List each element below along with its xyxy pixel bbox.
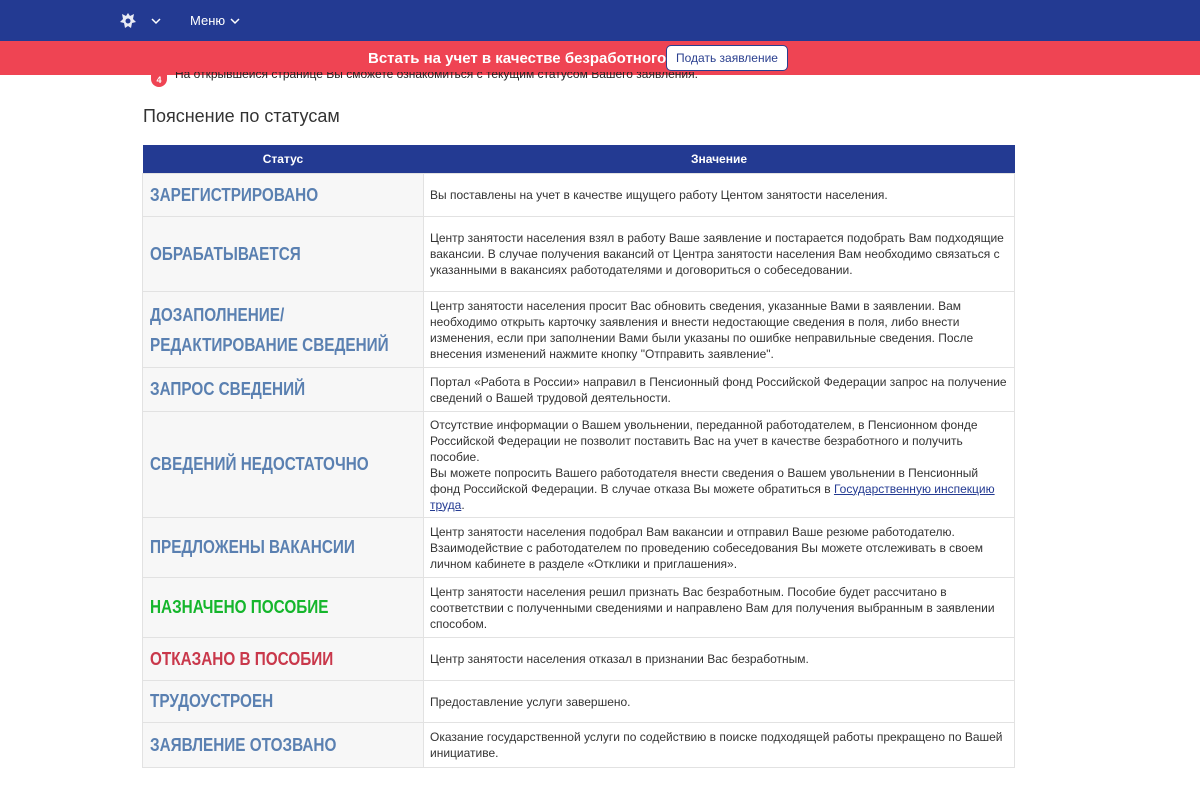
register-banner: Встать на учет в качестве безработного П…: [0, 41, 1200, 75]
step-number-badge: 4: [151, 73, 167, 87]
status-label: Дозаполнение/редактирование сведений: [150, 304, 389, 355]
description-paragraph: Отсутствие информации о Вашем увольнении…: [430, 417, 978, 464]
status-label: Запрос сведений: [150, 379, 306, 399]
description-paragraph: Вы можете попросить Вашего работодателя …: [430, 465, 1008, 513]
section-title: Пояснение по статусам: [143, 106, 340, 126]
description-cell: Центр занятости населения отказал в приз…: [423, 637, 1015, 681]
status-label: Предложены вакансии: [150, 537, 355, 557]
description-cell: Центр занятости населения просит Вас обн…: [423, 291, 1015, 368]
step-text: На открывшейся странице Вы сможете ознак…: [175, 72, 698, 86]
column-header-value: Значение: [423, 145, 1015, 174]
status-label: Заявление отозвано: [150, 734, 337, 755]
status-label: Отказано в пособии: [150, 648, 334, 669]
description-text-end: .: [461, 497, 465, 512]
table-row: Сведений недостаточно Отсутствие информа…: [142, 411, 1015, 518]
status-table: Статус Значение Зарегистрировано Вы пост…: [142, 145, 1015, 768]
chevron-down-icon[interactable]: [150, 14, 162, 26]
step-text-content: На открывшейся странице Вы сможете ознак…: [175, 72, 698, 81]
table-row: Предложены вакансии Центр занятости насе…: [142, 517, 1015, 578]
description-cell: Оказание государственной услуги по содей…: [423, 722, 1015, 768]
status-cell: Обрабатывается: [142, 216, 424, 292]
status-cell: Предложены вакансии: [142, 517, 424, 578]
table-row: Трудоустроен Предоставление услуги завер…: [142, 680, 1015, 723]
description-cell: Предоставление услуги завершено.: [423, 680, 1015, 723]
status-cell: Отказано в пособии: [142, 637, 424, 681]
table-row: Отказано в пособии Центр занятости насел…: [142, 637, 1015, 681]
menu-button[interactable]: Меню: [190, 13, 225, 28]
status-cell: Дозаполнение/редактирование сведений: [142, 291, 424, 368]
status-label: Обрабатывается: [150, 243, 301, 264]
status-label: Сведений недостаточно: [150, 454, 369, 474]
status-label: Назначено пособие: [150, 597, 329, 617]
description-cell: Центр занятости населения подобрал Вам в…: [423, 517, 1015, 578]
description-cell: Центр занятости населения взял в работу …: [423, 216, 1015, 292]
table-row: Зарегистрировано Вы поставлены на учет в…: [142, 173, 1015, 217]
table-row: Запрос сведений Портал «Работа в России»…: [142, 367, 1015, 412]
description-cell: Вы поставлены на учет в качестве ищущего…: [423, 173, 1015, 217]
status-cell: Запрос сведений: [142, 367, 424, 412]
table-row: Дозаполнение/редактирование сведений Цен…: [142, 291, 1015, 368]
top-navigation-bar: Меню: [0, 0, 1200, 41]
description-cell: Портал «Работа в России» направил в Пенс…: [423, 367, 1015, 412]
status-label: Трудоустроен: [150, 691, 274, 711]
menu-chevron-down-icon[interactable]: [229, 14, 241, 26]
status-cell: Зарегистрировано: [142, 173, 424, 217]
status-cell: Трудоустроен: [142, 680, 424, 723]
table-header-row: Статус Значение: [142, 145, 1015, 174]
banner-title: Встать на учет в качестве безработного: [368, 50, 667, 67]
description-cell: Отсутствие информации о Вашем увольнении…: [423, 411, 1015, 518]
table-row: Обрабатывается Центр занятости населения…: [142, 216, 1015, 292]
status-cell: Заявление отозвано: [142, 722, 424, 768]
table-row: Заявление отозвано Оказание государствен…: [142, 722, 1015, 768]
status-cell: Назначено пособие: [142, 577, 424, 638]
status-label: Зарегистрировано: [150, 184, 319, 205]
table-row: Назначено пособие Центр занятости населе…: [142, 577, 1015, 638]
status-cell: Сведений недостаточно: [142, 411, 424, 518]
submit-application-button[interactable]: Подать заявление: [666, 45, 788, 71]
column-header-status: Статус: [142, 145, 424, 174]
description-cell: Центр занятости населения решил признать…: [423, 577, 1015, 638]
coat-of-arms-icon[interactable]: [117, 10, 139, 32]
